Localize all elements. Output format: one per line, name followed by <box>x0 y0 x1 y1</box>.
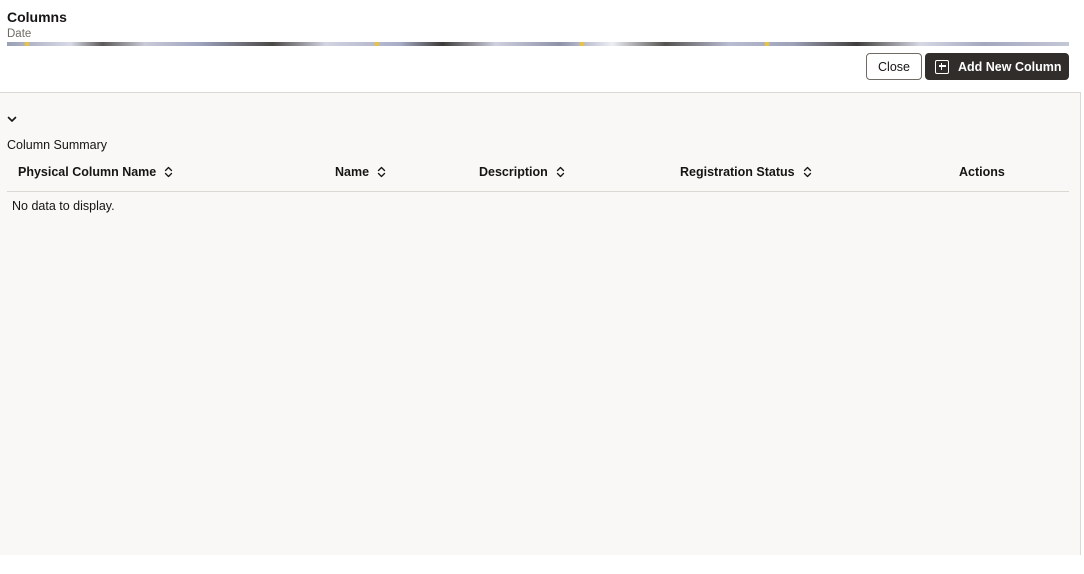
table-header: Physical Column Name Name Description Re… <box>7 156 1069 192</box>
column-header-label: Registration Status <box>680 165 795 179</box>
toolbar: Close Add New Column <box>0 46 1081 93</box>
sort-arrows-icon <box>803 166 811 178</box>
column-header-physical-column-name[interactable]: Physical Column Name <box>18 165 173 179</box>
column-header-label: Name <box>335 165 370 179</box>
close-button[interactable]: Close <box>866 53 922 80</box>
sort-arrows-icon <box>556 166 564 178</box>
section-title: Column Summary <box>7 138 108 152</box>
page-title: Columns <box>7 9 67 25</box>
add-new-column-button[interactable]: Add New Column <box>925 53 1069 80</box>
column-header-label: Description <box>479 165 548 179</box>
column-header-label: Actions <box>959 165 1005 179</box>
column-header-label: Physical Column Name <box>18 165 157 179</box>
plus-square-icon <box>935 59 949 74</box>
sort-arrows-icon <box>377 166 386 178</box>
columns-panel: Columns Date Close Add New Column Column… <box>0 0 1081 555</box>
page-subtitle: Date <box>7 28 32 40</box>
column-header-name[interactable]: Name <box>335 165 386 179</box>
panel-header: Columns Date <box>0 0 1081 46</box>
chevron-down-icon[interactable] <box>7 114 17 124</box>
add-new-column-label: Add New Column <box>958 59 1062 74</box>
column-header-registration-status[interactable]: Registration Status <box>680 165 812 179</box>
column-header-actions: Actions <box>959 165 1005 179</box>
column-header-description[interactable]: Description <box>479 165 565 179</box>
empty-table-message: No data to display. <box>12 199 115 213</box>
sort-arrows-icon <box>165 166 173 178</box>
